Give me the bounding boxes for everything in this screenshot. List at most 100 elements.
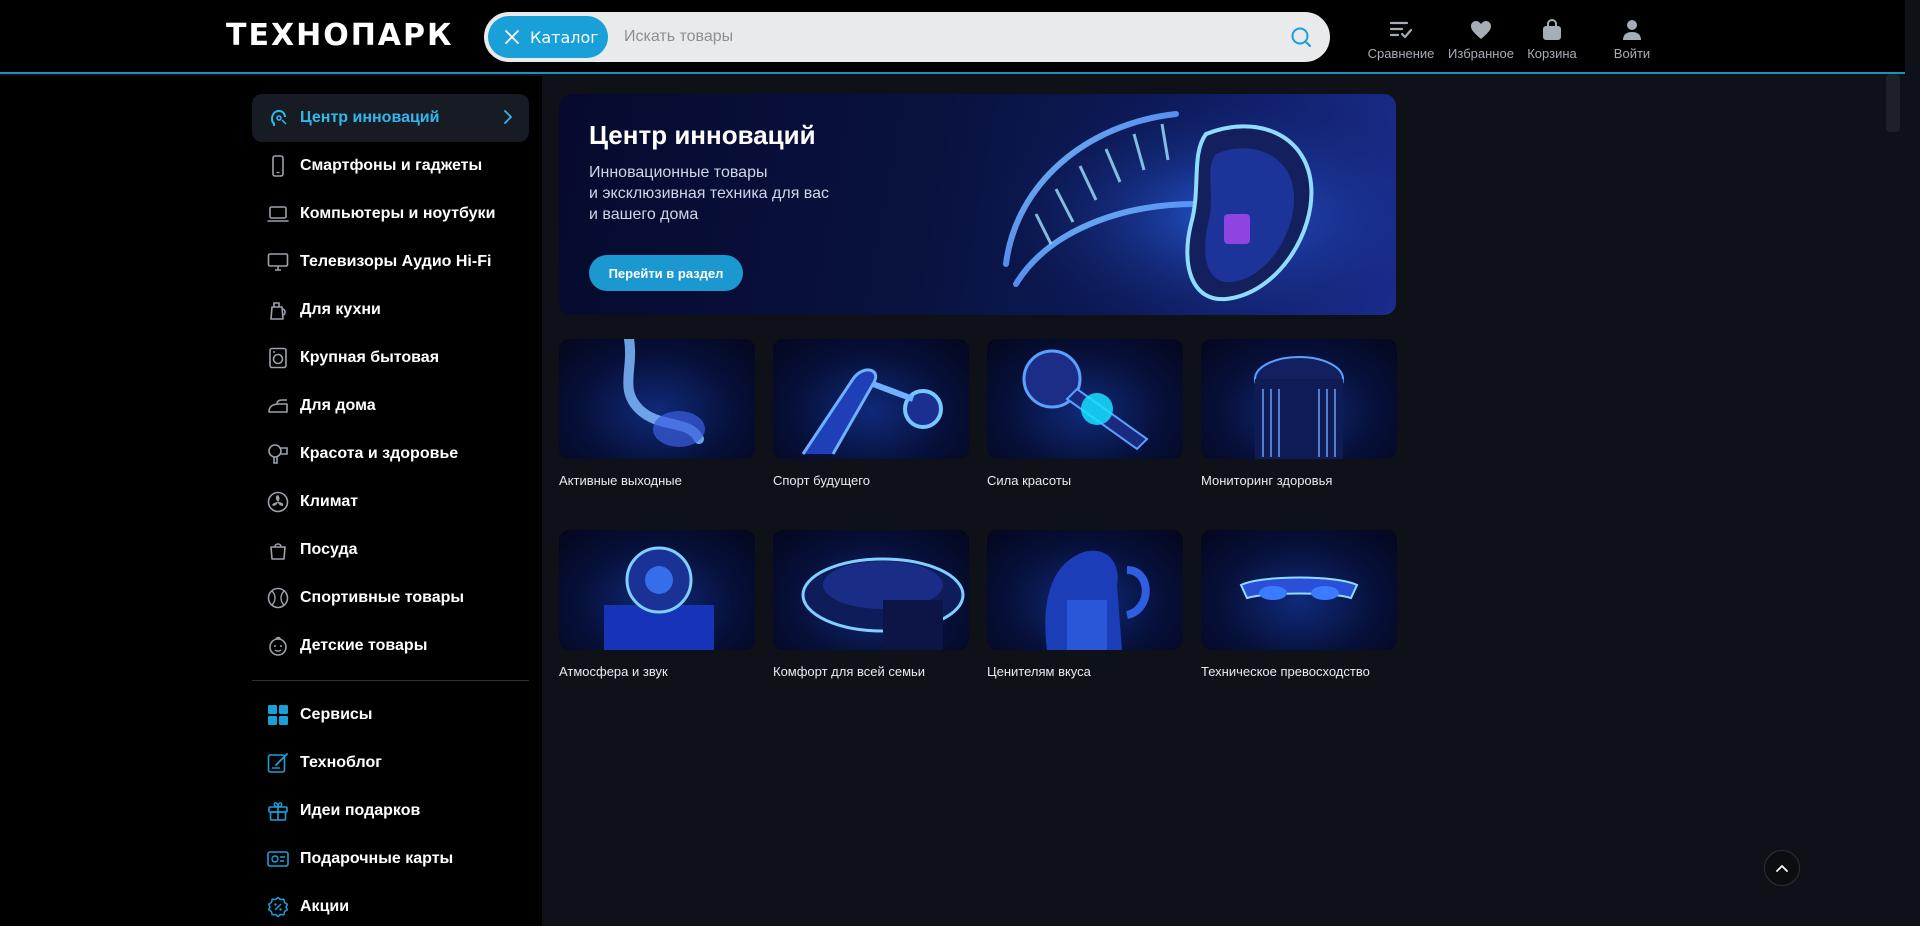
collection-caption: Мониторинг здоровья <box>1201 473 1333 488</box>
scroll-to-top-button[interactable] <box>1764 850 1800 886</box>
sidebar-item-gift-ideas[interactable]: Идеи подарков <box>252 787 529 835</box>
collection-card[interactable]: Комфорт для всей семьи <box>773 530 969 679</box>
compare-icon <box>1389 21 1413 39</box>
category-list: Центр инноваций Смартфоны и гаджеты Комп… <box>252 94 529 926</box>
sidebar-item-gift-cards[interactable]: Подарочные карты <box>252 835 529 883</box>
sidebar-item-label: Сервисы <box>300 706 373 723</box>
go-to-section-button[interactable]: Перейти в раздел <box>589 255 743 291</box>
sidebar-item-dishes[interactable]: Посуда <box>252 526 529 574</box>
sidebar-item-smartphones[interactable]: Смартфоны и гаджеты <box>252 142 529 190</box>
sidebar-item-beauty[interactable]: Красота и здоровье <box>252 430 529 478</box>
sidebar-item-sport[interactable]: Спортивные товары <box>252 574 529 622</box>
catalog-button[interactable]: Каталог <box>488 16 608 58</box>
collection-card[interactable]: Ценителям вкуса <box>987 530 1183 679</box>
collection-caption: Сила красоты <box>987 473 1072 488</box>
tv-icon <box>267 253 289 271</box>
cart-button[interactable]: Корзина <box>1520 18 1584 61</box>
catalog-sidebar: Центр инноваций Смартфоны и гаджеты Комп… <box>0 76 542 926</box>
scrollbar-thumb[interactable] <box>1886 74 1900 132</box>
collection-image <box>987 339 1183 459</box>
banner-title: Центр инноваций <box>589 120 816 150</box>
child-icon <box>269 636 287 656</box>
login-button[interactable]: Войти <box>1592 18 1672 61</box>
ball-icon <box>267 587 289 609</box>
close-icon <box>505 30 519 44</box>
sidebar-item-label: Для дома <box>300 397 376 414</box>
sidebar-item-services[interactable]: Сервисы <box>252 691 529 739</box>
collection-image <box>1201 339 1397 459</box>
user-icon <box>1623 20 1641 40</box>
sidebar-item-label: Телевизоры Аудио Hi-Fi <box>300 253 492 270</box>
sidebar-item-label: Подарочные карты <box>300 850 454 867</box>
cart-label: Корзина <box>1527 46 1577 61</box>
collection-image <box>773 530 969 650</box>
smartphone-icon <box>272 155 284 177</box>
sidebar-divider <box>252 680 529 681</box>
collection-caption: Активные выходные <box>559 473 682 488</box>
sidebar-item-label: Спортивные товары <box>300 589 465 606</box>
innovation-banner[interactable]: Центр инноваций Инновационные товары и э… <box>559 94 1396 315</box>
catalog-label: Каталог <box>530 27 599 47</box>
sidebar-item-label: Смартфоны и гаджеты <box>300 157 483 174</box>
sidebar-item-label: Идеи подарков <box>300 802 421 819</box>
services-icon <box>268 705 288 725</box>
sidebar-item-label: Крупная бытовая <box>300 349 440 366</box>
sidebar-item-label: Посуда <box>300 541 358 558</box>
sidebar-item-appliances[interactable]: Крупная бытовая <box>252 334 529 382</box>
smartwatch-illustration <box>976 94 1396 315</box>
search-input[interactable] <box>624 12 1264 62</box>
sidebar-item-tv-audio[interactable]: Телевизоры Аудио Hi-Fi <box>252 238 529 286</box>
banner-desc-line: и эксклюзивная техника для вас <box>589 185 830 202</box>
collection-image <box>559 530 755 650</box>
compare-button[interactable]: Сравнение <box>1360 18 1442 61</box>
sidebar-item-label: Центр инноваций <box>300 109 440 126</box>
collection-card[interactable]: Атмосфера и звук <box>559 530 755 679</box>
iron-icon <box>268 399 288 413</box>
pot-icon <box>270 543 286 560</box>
gift-card-icon <box>267 851 289 867</box>
collection-caption: Спорт будущего <box>773 473 870 488</box>
sidebar-item-home[interactable]: Для дома <box>252 382 529 430</box>
sidebar-item-promo[interactable]: Акции <box>252 883 529 926</box>
collection-card[interactable]: Сила красоты <box>987 339 1183 488</box>
sidebar-item-innovation[interactable]: Центр инноваций <box>252 94 529 142</box>
login-label: Войти <box>1613 46 1651 61</box>
sidebar-item-label: Красота и здоровье <box>300 445 459 462</box>
kettle-icon <box>270 302 286 320</box>
favorites-label: Избранное <box>1448 46 1514 61</box>
washing-machine-icon <box>269 347 287 369</box>
laptop-icon <box>267 206 289 222</box>
search-bar: Каталог <box>484 12 1330 62</box>
banner-desc-line: Инновационные товары <box>589 164 768 181</box>
bag-icon <box>1543 19 1561 40</box>
sidebar-item-computers[interactable]: Компьютеры и ноутбуки <box>252 190 529 238</box>
sidebar-item-label: Компьютеры и ноутбуки <box>300 205 496 222</box>
collection-image <box>773 339 969 459</box>
sidebar-item-climate[interactable]: Климат <box>252 478 529 526</box>
banner-desc-line: и вашего дома <box>589 206 699 223</box>
collection-caption: Ценителям вкуса <box>987 664 1091 679</box>
collection-caption: Комфорт для всей семьи <box>773 664 926 679</box>
logo[interactable]: ТЕХНОПАРК <box>226 18 454 53</box>
collection-image <box>1201 530 1397 650</box>
top-header: ТЕХНОПАРК Каталог Сравнение <box>0 0 1905 74</box>
collection-card[interactable]: Активные выходные <box>559 339 755 488</box>
sidebar-item-blog[interactable]: Техноблог <box>252 739 529 787</box>
sidebar-item-label: Для кухни <box>300 301 381 318</box>
innovation-icon <box>271 110 287 126</box>
collection-card[interactable]: Спорт будущего <box>773 339 969 488</box>
sidebar-item-kids[interactable]: Детские товары <box>252 622 529 670</box>
collection-card[interactable]: Техническое превосходство <box>1201 530 1397 679</box>
favorites-button[interactable]: Избранное <box>1442 18 1520 61</box>
collection-caption: Атмосфера и звук <box>559 664 668 679</box>
promo-icon <box>267 896 289 918</box>
sidebar-item-label: Детские товары <box>300 637 428 654</box>
collection-card[interactable]: Мониторинг здоровья <box>1201 339 1397 488</box>
collection-caption: Техническое превосходство <box>1201 664 1370 679</box>
hairdryer-icon <box>268 444 288 464</box>
sidebar-item-kitchen[interactable]: Для кухни <box>252 286 529 334</box>
search-icon[interactable] <box>1290 26 1312 48</box>
banner-description: Инновационные товары и эксклюзивная техн… <box>589 162 849 225</box>
collection-image <box>559 339 755 459</box>
sidebar-item-label: Акции <box>300 898 350 915</box>
